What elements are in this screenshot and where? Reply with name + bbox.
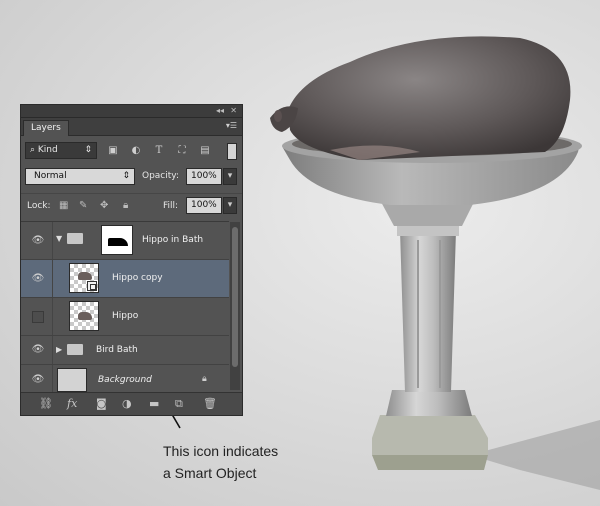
- smart-object-badge-icon: [87, 281, 97, 291]
- expand-arrow-icon[interactable]: ▶: [56, 345, 62, 354]
- hippo-silhouette: [108, 238, 128, 246]
- trash-icon[interactable]: 🗑︎: [203, 397, 217, 410]
- layer-row-hippo[interactable]: Hippo: [21, 298, 229, 336]
- filter-toggle[interactable]: [227, 143, 237, 160]
- eye-icon[interactable]: 👁︎: [28, 365, 48, 393]
- new-group-icon[interactable]: ▬: [149, 397, 159, 410]
- new-layer-icon[interactable]: ⧉: [175, 397, 183, 411]
- divider: [52, 222, 53, 259]
- lock-image-icon[interactable]: ✎: [79, 200, 87, 211]
- divider: [52, 336, 53, 364]
- layer-name: Hippo: [112, 311, 139, 321]
- collapse-icon[interactable]: ◂◂: [216, 106, 224, 115]
- smart-object-caption: This icon indicates a Smart Object: [163, 440, 278, 484]
- lock-transparent-icon[interactable]: ▦: [59, 200, 68, 211]
- lock-position-icon[interactable]: ✥: [100, 200, 108, 211]
- layer-row-hippo-in-bath[interactable]: 👁︎ ▼ Hippo in Bath: [21, 222, 229, 260]
- lock-icon: 🔒︎: [202, 374, 207, 384]
- layers-panel: ◂◂ ✕ Layers ▾☰ ⌕ Kind ⇕ ▣ ◐ T ⛶ ▤ Normal…: [20, 104, 243, 416]
- lock-row: Lock: ▦ ✎ ✥ 🔒︎ Fill: 100% ▾: [21, 193, 242, 218]
- layer-list-scrollbar[interactable]: [230, 222, 240, 390]
- layer-row-bird-bath[interactable]: 👁︎ ▶ Bird Bath: [21, 336, 229, 365]
- lock-label: Lock:: [27, 201, 51, 211]
- image-filter-icon[interactable]: ▣: [107, 145, 119, 157]
- close-icon[interactable]: ✕: [230, 106, 237, 115]
- fill-input[interactable]: 100%: [186, 197, 222, 214]
- eye-icon[interactable]: 👁︎: [28, 260, 48, 297]
- layer-row-hippo-copy[interactable]: 👁︎ Hippo copy: [21, 260, 229, 298]
- scrollbar-thumb[interactable]: [232, 227, 238, 367]
- filter-row: ⌕ Kind ⇕ ▣ ◐ T ⛶ ▤: [21, 139, 242, 161]
- divider: [52, 298, 53, 335]
- link-layers-icon[interactable]: ⛓︎: [39, 397, 53, 410]
- layer-list: 👁︎ ▼ Hippo in Bath 👁︎ Hippo copy Hippo 👁…: [21, 221, 229, 393]
- tab-layers[interactable]: Layers: [23, 120, 69, 136]
- layer-name: Bird Bath: [96, 345, 138, 355]
- fill-dropdown-icon[interactable]: ▾: [223, 197, 237, 214]
- panel-footer: ⛓︎ fx ◙ ◑ ▬ ⧉ 🗑︎: [21, 392, 242, 415]
- folder-icon: [67, 233, 83, 244]
- opacity-dropdown-icon[interactable]: ▾: [223, 168, 237, 185]
- type-filter-icon[interactable]: T: [153, 145, 165, 157]
- chevron-updown-icon: ⇕: [84, 145, 92, 155]
- panel-tab-row: Layers ▾☰: [21, 118, 242, 136]
- eye-icon[interactable]: 👁︎: [28, 222, 48, 259]
- hippo-thumbnail-art: [78, 272, 92, 280]
- blend-mode-value: Normal: [34, 171, 67, 181]
- adjustment-filter-icon[interactable]: ◐: [130, 145, 142, 157]
- caption-line-2: a Smart Object: [163, 465, 257, 481]
- mask-icon[interactable]: ◙: [96, 397, 107, 410]
- eye-icon[interactable]: 👁︎: [28, 336, 48, 364]
- shape-filter-icon[interactable]: ⛶: [176, 145, 188, 157]
- smart-object-filter-icon[interactable]: ▤: [199, 145, 211, 157]
- hippo-thumbnail-art: [78, 312, 92, 320]
- lock-all-icon[interactable]: 🔒︎: [123, 200, 128, 211]
- blend-row: Normal ⇕ Opacity: 100% ▾: [21, 165, 242, 189]
- layer-name: Hippo in Bath: [142, 235, 204, 245]
- layer-name: Background: [98, 375, 152, 385]
- filter-kind-label: Kind: [37, 145, 58, 155]
- expand-arrow-icon[interactable]: ▼: [56, 234, 62, 243]
- filter-kind-select[interactable]: ⌕ Kind ⇕: [25, 142, 97, 159]
- panel-titlebar: ◂◂ ✕: [21, 105, 242, 118]
- search-icon: ⌕: [30, 145, 38, 155]
- chevron-updown-icon: ⇕: [122, 171, 130, 181]
- layer-thumbnail[interactable]: [69, 301, 99, 331]
- opacity-label: Opacity:: [142, 171, 179, 181]
- fill-label: Fill:: [163, 201, 179, 211]
- divider: [52, 260, 53, 297]
- adjustment-icon[interactable]: ◑: [122, 397, 132, 410]
- layer-mask-thumbnail[interactable]: [101, 225, 133, 255]
- caption-line-1: This icon indicates: [163, 443, 279, 459]
- layer-thumbnail[interactable]: [57, 368, 87, 392]
- visibility-toggle-off[interactable]: [32, 311, 44, 323]
- blend-mode-select[interactable]: Normal ⇕: [25, 168, 135, 185]
- fx-icon[interactable]: fx: [67, 397, 77, 410]
- folder-icon: [67, 344, 83, 355]
- panel-menu-icon[interactable]: ▾☰: [226, 121, 237, 130]
- layer-name: Hippo copy: [112, 273, 163, 283]
- layer-row-background[interactable]: 👁︎ Background 🔒︎: [21, 365, 229, 393]
- opacity-input[interactable]: 100%: [186, 168, 222, 185]
- layer-thumbnail[interactable]: [69, 263, 99, 293]
- divider: [52, 365, 53, 393]
